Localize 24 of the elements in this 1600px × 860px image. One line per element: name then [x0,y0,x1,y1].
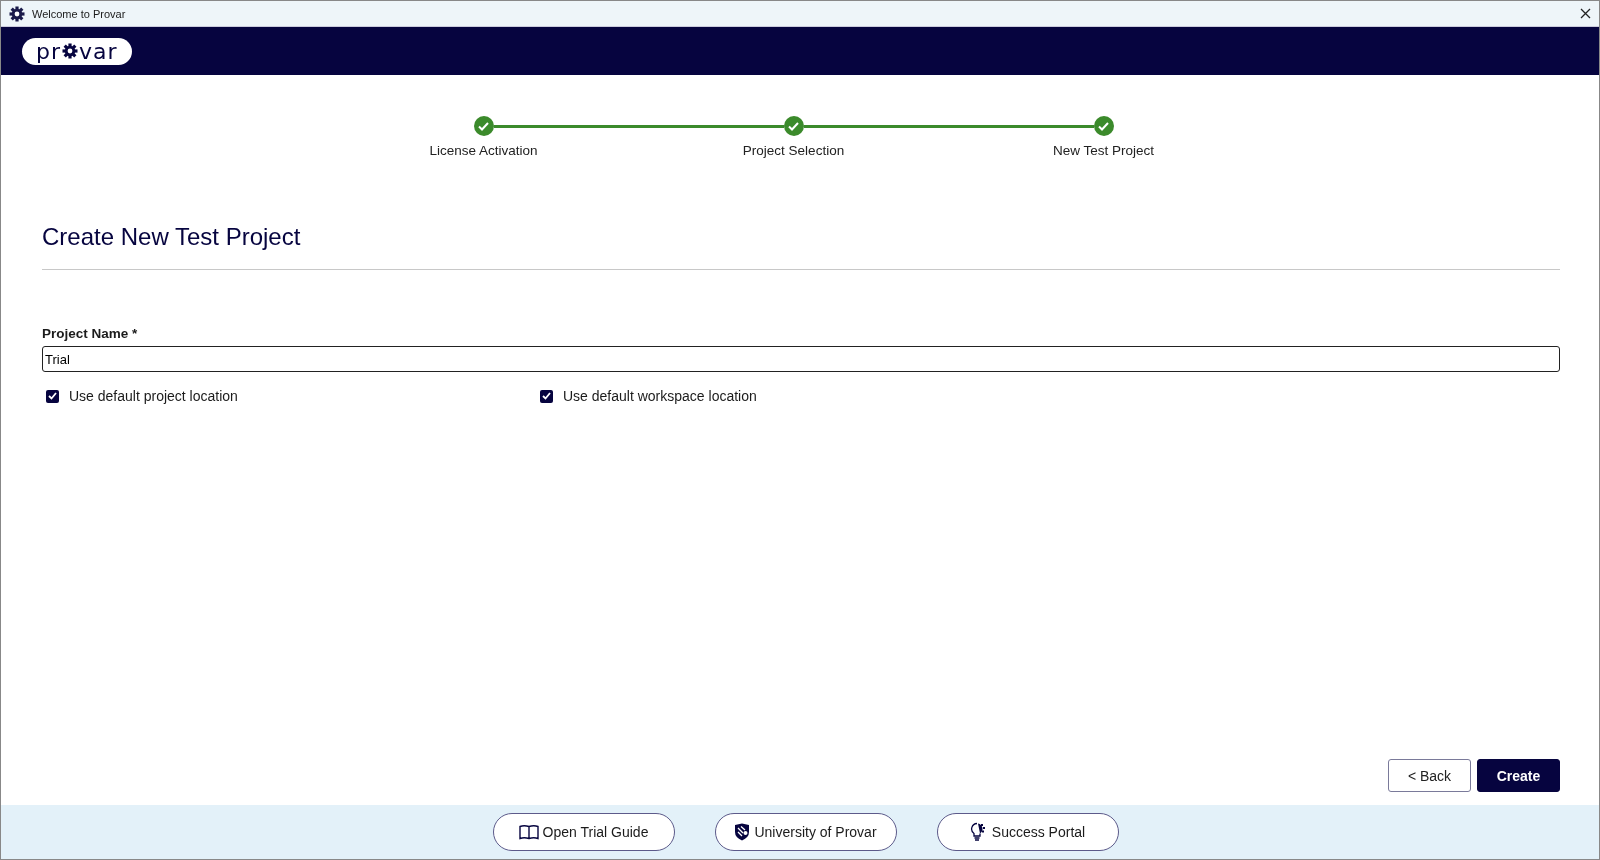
gear-icon [62,43,78,59]
step-label: License Activation [429,143,538,158]
input-field[interactable]: Trial [42,346,1560,372]
checkbox[interactable] [46,389,59,403]
back-button[interactable]: < Back [1388,759,1471,792]
checkbox-label: Use default project location [69,388,238,404]
page-heading: Create New Test Project [42,222,302,252]
lightbulb-gear-icon [969,822,988,842]
close-icon[interactable] [1580,8,1591,19]
checkbox-label: Use default workspace location [563,388,757,404]
checkbox[interactable] [540,389,553,403]
step-label: New Test Project [1052,143,1154,158]
create-button[interactable]: Create [1477,759,1560,792]
footer-link-button[interactable]: Open Trial Guide [492,813,675,851]
step-label: Project Selection [742,143,845,158]
app-gear-icon [9,5,25,22]
field-label: Project Name * [42,326,139,341]
window-title: Welcome to Provar [32,7,127,20]
footer-link-button[interactable]: Success Portal [936,813,1119,851]
footer-link-button[interactable]: University of Provar [714,813,897,851]
shield-icon [734,823,751,841]
logo-text: var [79,38,118,64]
logo-text: pr [36,38,61,64]
book-icon [518,824,539,840]
